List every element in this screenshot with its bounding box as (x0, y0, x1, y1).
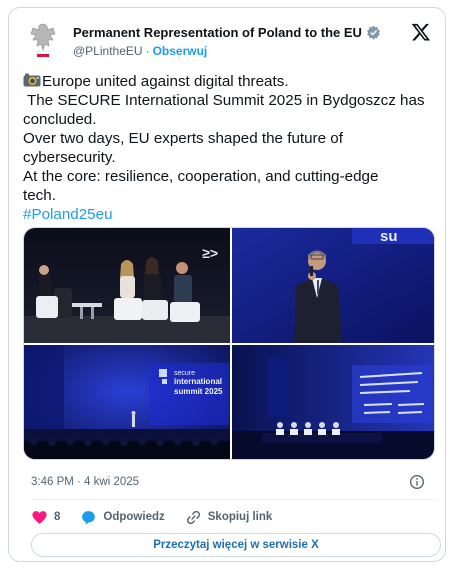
svg-text:su: su (380, 228, 398, 245)
tweet-line-6: At the core: resilience, cooperation, an… (23, 168, 379, 185)
hashtag-link[interactable]: #Poland25eu (23, 206, 113, 223)
separator-dot: · (145, 44, 150, 58)
divider (31, 499, 439, 500)
read-more-button[interactable]: Przeczytaj więcej w serwisie X (31, 533, 441, 557)
copy-link-label: Skopiuj link (207, 511, 273, 523)
tweet-line-4: Over two days, EU experts shaped the fut… (23, 130, 343, 147)
svg-text:international: international (174, 377, 222, 386)
reply-button[interactable]: Odpowiedz (80, 509, 165, 526)
svg-text:≥>: ≥> (202, 245, 218, 261)
copy-link-button[interactable]: Skopiuj link (185, 509, 273, 526)
camera-emoji-icon (23, 73, 41, 87)
cyber-blueprint-panel-photo[interactable] (232, 345, 435, 460)
speaker-at-podium-photo[interactable]: su (232, 228, 435, 343)
svg-text:summit 2025: summit 2025 (174, 387, 223, 396)
svg-text:secure: secure (174, 370, 195, 377)
tweet-line-7: tech. (23, 187, 56, 204)
tweet-line-2: The SECURE International Summit 2025 in … (23, 92, 425, 109)
tweet-header: Permanent Representation of Poland to th… (23, 18, 433, 62)
reply-label: Odpowiedz (103, 511, 165, 523)
tweet-line-3: concluded. (23, 111, 97, 128)
panel-discussion-photo[interactable]: ≥> (24, 228, 230, 343)
like-button[interactable]: 8 (31, 509, 60, 526)
author-handle-row: @PLintheEU · Obserwuj (73, 44, 207, 58)
link-icon (186, 510, 200, 524)
author-name[interactable]: Permanent Representation of Poland to th… (73, 25, 362, 40)
follow-button[interactable]: Obserwuj (153, 44, 208, 58)
x-logo-icon[interactable] (411, 22, 431, 42)
tweet-line-1: Europe united against digital threats. (23, 72, 439, 91)
tweet-card: Permanent Representation of Poland to th… (8, 7, 446, 562)
info-icon[interactable] (409, 474, 425, 490)
action-bar: 8 Odpowiedz Skopiuj link (31, 508, 292, 526)
secure-summit-stage-photo[interactable]: secure international summit 2025 (24, 345, 230, 460)
author-handle[interactable]: @PLintheEU (73, 44, 143, 58)
verified-badge-icon (366, 25, 380, 40)
author-name-row: Permanent Representation of Poland to th… (73, 25, 381, 40)
media-grid: ≥> su secure international summit 2025 (23, 227, 435, 460)
tweet-text: Europe united against digital threats. T… (23, 72, 439, 224)
like-count: 8 (54, 511, 61, 523)
tweet-timestamp[interactable]: 3:46 PM · 4 kwi 2025 (31, 476, 139, 488)
tweet-line-5: cybersecurity. (23, 149, 116, 166)
reply-bubble-icon (82, 510, 96, 525)
polish-eagle-emblem-icon[interactable] (27, 20, 59, 60)
heart-icon (32, 510, 47, 524)
